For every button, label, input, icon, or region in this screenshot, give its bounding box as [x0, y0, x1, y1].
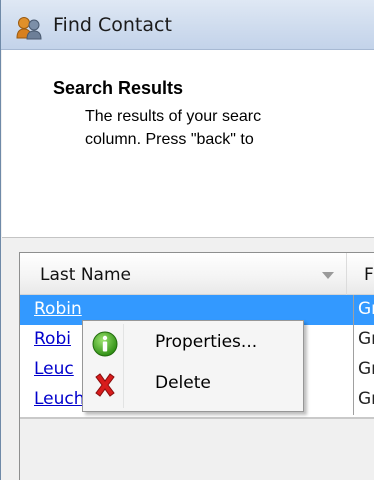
- cell-divider: [353, 355, 354, 385]
- last-name-link[interactable]: Robi: [34, 329, 71, 349]
- last-name-link[interactable]: Leuc: [34, 359, 74, 379]
- grid-header: Last Name F: [20, 253, 374, 295]
- cell-divider: [353, 325, 354, 355]
- menu-item-delete[interactable]: Delete: [85, 367, 301, 403]
- description-line-1: The results of your searc: [85, 108, 262, 125]
- column-header-last-name[interactable]: Last Name: [40, 265, 131, 285]
- menu-item-properties[interactable]: Properties...: [85, 326, 301, 362]
- first-name-cell[interactable]: Gr: [358, 389, 374, 409]
- delete-x-icon: [95, 373, 115, 397]
- description-line-2: column. Press "back" to: [85, 131, 254, 148]
- first-name-cell[interactable]: Gr: [358, 299, 374, 319]
- contact-person-icon: [16, 17, 42, 40]
- first-name-cell[interactable]: Gr: [358, 359, 374, 379]
- window-title: Find Contact: [53, 14, 172, 36]
- cell-divider: [353, 385, 354, 415]
- info-icon: [92, 331, 118, 357]
- title-bar[interactable]: Find Contact: [1, 0, 374, 50]
- menu-item-label: Delete: [155, 373, 211, 393]
- last-name-link[interactable]: Robin: [34, 299, 82, 319]
- sort-descending-icon[interactable]: [322, 272, 334, 279]
- column-divider[interactable]: [346, 253, 347, 295]
- cell-divider: [353, 295, 354, 325]
- section-title: Search Results: [53, 78, 184, 98]
- context-menu: Properties... Delete: [82, 320, 304, 412]
- grid-empty-area: [20, 419, 374, 480]
- find-contact-window: Find Contact Search Results The results …: [0, 0, 374, 480]
- menu-item-label: Properties...: [155, 332, 258, 352]
- column-header-first-name[interactable]: F: [364, 265, 374, 285]
- first-name-cell[interactable]: Gr: [358, 329, 374, 349]
